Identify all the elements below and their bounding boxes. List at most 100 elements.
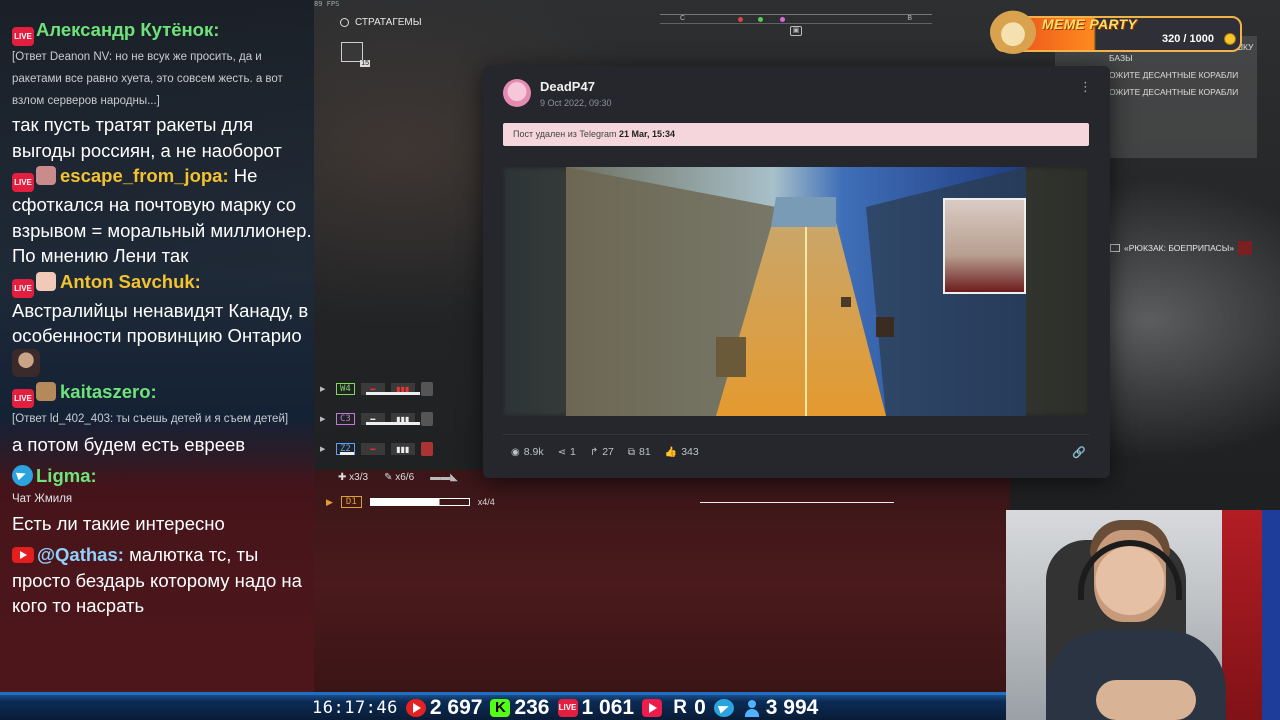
flag-red — [1222, 510, 1262, 720]
total-viewers-value: 3 994 — [765, 695, 819, 719]
stim-count: ✎ x6/6 — [384, 472, 415, 483]
views-count-value: 8.9k — [523, 446, 544, 458]
thumbs-up-icon: 👍 — [664, 446, 678, 458]
avatar[interactable] — [503, 79, 531, 107]
streamer-thumbnail — [943, 198, 1026, 294]
rutube-viewers — [642, 698, 663, 717]
stratagem-slot: 15 — [341, 42, 370, 67]
more-menu-icon[interactable]: ⋮ — [1079, 80, 1092, 93]
youtube-viewers-value: 2 697 — [429, 695, 483, 719]
forward-icon: ↱ — [589, 446, 599, 458]
coin-icon — [1224, 33, 1236, 45]
grenade-count: ✚ x3/3 — [338, 472, 369, 483]
meme-party-widget: MEME PARTY 320 / 1000 — [990, 10, 1250, 56]
chat-message: LIVE escape_from_jopa: Не сфоткался на по… — [12, 163, 314, 269]
user-icon — [742, 699, 762, 717]
hud-primary-weapon: ▶ D1 x4/4 — [326, 496, 495, 508]
post-author[interactable]: DeadP47 — [540, 79, 595, 94]
vk-live-badge-icon: LIVE — [12, 27, 34, 46]
reticle-line — [700, 502, 894, 503]
emote-image — [12, 348, 40, 377]
r-platform-icon: R — [673, 696, 687, 718]
stream-stats-bar: 16:17:46 2 697 K 236 LIVE 1 061 R0 3 994 — [0, 692, 1010, 720]
comments-button[interactable]: ⧉ 81 — [628, 446, 651, 458]
post-actions: ◉ 8.9k ⋖ 1 ↱ 27 ⧉ 81 👍 343 — [511, 446, 699, 458]
arrow-icon: ▶ — [320, 446, 326, 453]
weapon-cooldown-bar — [366, 422, 420, 425]
post-deleted-notice: Пост удален из Telegram 21 Mar, 15:34 — [503, 123, 1089, 146]
doge-icon — [990, 10, 1036, 54]
flag-blue — [1262, 510, 1280, 720]
arrow-icon: ▶ — [320, 416, 326, 423]
deleted-notice-text: Пост удален из Telegram — [513, 129, 617, 139]
backpack-icon — [1110, 244, 1120, 252]
chat-message: LIVE kaitaszero: [Ответ ld_402_403: ты съ… — [12, 379, 314, 458]
weapon-row: ▶ W4 ━ ▮▮▮ — [320, 374, 500, 404]
grenade-count-value: x3/3 — [349, 472, 369, 483]
share-button[interactable]: ⋖ 1 — [558, 446, 576, 458]
forward-button[interactable]: ↱ 27 — [590, 446, 614, 458]
rocket-icon: ━ — [360, 443, 385, 455]
gear-icon — [340, 18, 349, 27]
chat-author: Александр Кутёнок: — [36, 19, 220, 40]
telegram-badge-icon — [12, 465, 33, 486]
chat-message: LIVE Anton Savchuk: Австралийцы ненавидят… — [12, 269, 314, 377]
weapon-code: W4 — [336, 383, 355, 395]
backpack-prompt: «РЮКЗАК: БОЕПРИПАСЫ» — [1110, 241, 1252, 255]
chat-author: Anton Savchuk: — [60, 270, 201, 292]
streamer-webcam — [1006, 510, 1280, 720]
avatar — [36, 166, 56, 185]
vk-live-icon: LIVE — [557, 698, 578, 717]
link-icon[interactable]: 🔗 — [1072, 446, 1086, 459]
primary-weapon-code: D1 — [340, 496, 362, 508]
streamer-hands — [1096, 680, 1196, 720]
total-viewers: 3 994 — [742, 695, 819, 720]
forward-count-value: 27 — [602, 446, 614, 458]
chat-subtitle: Чат Жмиля — [12, 492, 73, 505]
comments-count-value: 81 — [639, 446, 651, 458]
lock-icon — [420, 412, 433, 426]
arrow-icon: ▶ — [320, 386, 326, 393]
vklive-viewers: LIVE 1 061 — [557, 696, 634, 720]
chat-text: а потом будем есть евреев — [12, 433, 246, 455]
post-date: 9 Oct 2022, 09:30 — [540, 98, 612, 108]
key-hint-icon — [1237, 241, 1252, 255]
share-icon: ⋖ — [557, 446, 566, 458]
weapon-row: ▶ C3 ━ ▮▮▮ — [320, 404, 500, 434]
youtube-viewers: 2 697 — [405, 695, 483, 720]
stratagem-header-label: СТРАТАГЕМЫ — [355, 17, 422, 28]
compass-letters: С В — [660, 15, 932, 22]
post-media[interactable] — [503, 167, 1089, 416]
weapon-code: C3 — [336, 413, 355, 425]
primary-ammo-bar — [369, 498, 470, 506]
backpack-prompt-label: «РЮКЗАК: БОЕПРИПАСЫ» — [1124, 243, 1234, 253]
hud-consumables: ✚ x3/3 ✎ x6/6 ▬▬◣ — [338, 472, 458, 483]
likes-count-value: 343 — [681, 446, 699, 458]
chat-text: Есть ли такие интересно — [12, 512, 225, 534]
primary-mag-count: x4/4 — [477, 497, 495, 507]
vk-live-badge-icon: LIVE — [12, 173, 34, 192]
hud-weapons: ▶ W4 ━ ▮▮▮ ▶ C3 ━ ▮▮▮ ▶ Z2 ━ ▮▮▮ — [320, 374, 500, 464]
divider — [503, 434, 1089, 435]
telegram-post-card: DeadP47 9 Oct 2022, 09:30 ⋮ Пост удален … — [483, 66, 1110, 478]
youtube-badge-icon — [12, 547, 34, 563]
rumble-viewers-value: 0 — [694, 695, 706, 719]
views-count: ◉ 8.9k — [511, 446, 544, 458]
ammo-icon: ▮▮▮ — [390, 443, 415, 455]
like-button[interactable]: 👍 343 — [665, 446, 699, 458]
chat-message: @Qathas: малютка тс, ты просто бездарь к… — [12, 542, 314, 619]
lock-icon — [420, 382, 433, 396]
comment-icon: ⧉ — [627, 446, 636, 458]
stats-row: 16:17:46 2 697 K 236 LIVE 1 061 R0 3 994 — [312, 695, 818, 720]
telegram-icon — [713, 698, 734, 717]
clock: 16:17:46 — [312, 697, 398, 718]
arrow-icon: ▶ — [326, 496, 333, 507]
rutube-icon — [642, 698, 663, 717]
vk-live-badge-icon: LIVE — [12, 388, 34, 408]
stim-count-value: x6/6 — [395, 472, 415, 483]
stratagem-slot-count: 15 — [360, 60, 370, 67]
objective-marker-icon: ▣ — [790, 26, 802, 36]
chat-message: Ligma: Чат Жмиля Есть ли такие интересно — [12, 463, 314, 536]
chat-author: @Qathas: — [37, 544, 124, 565]
eye-icon: ◉ — [511, 446, 520, 458]
